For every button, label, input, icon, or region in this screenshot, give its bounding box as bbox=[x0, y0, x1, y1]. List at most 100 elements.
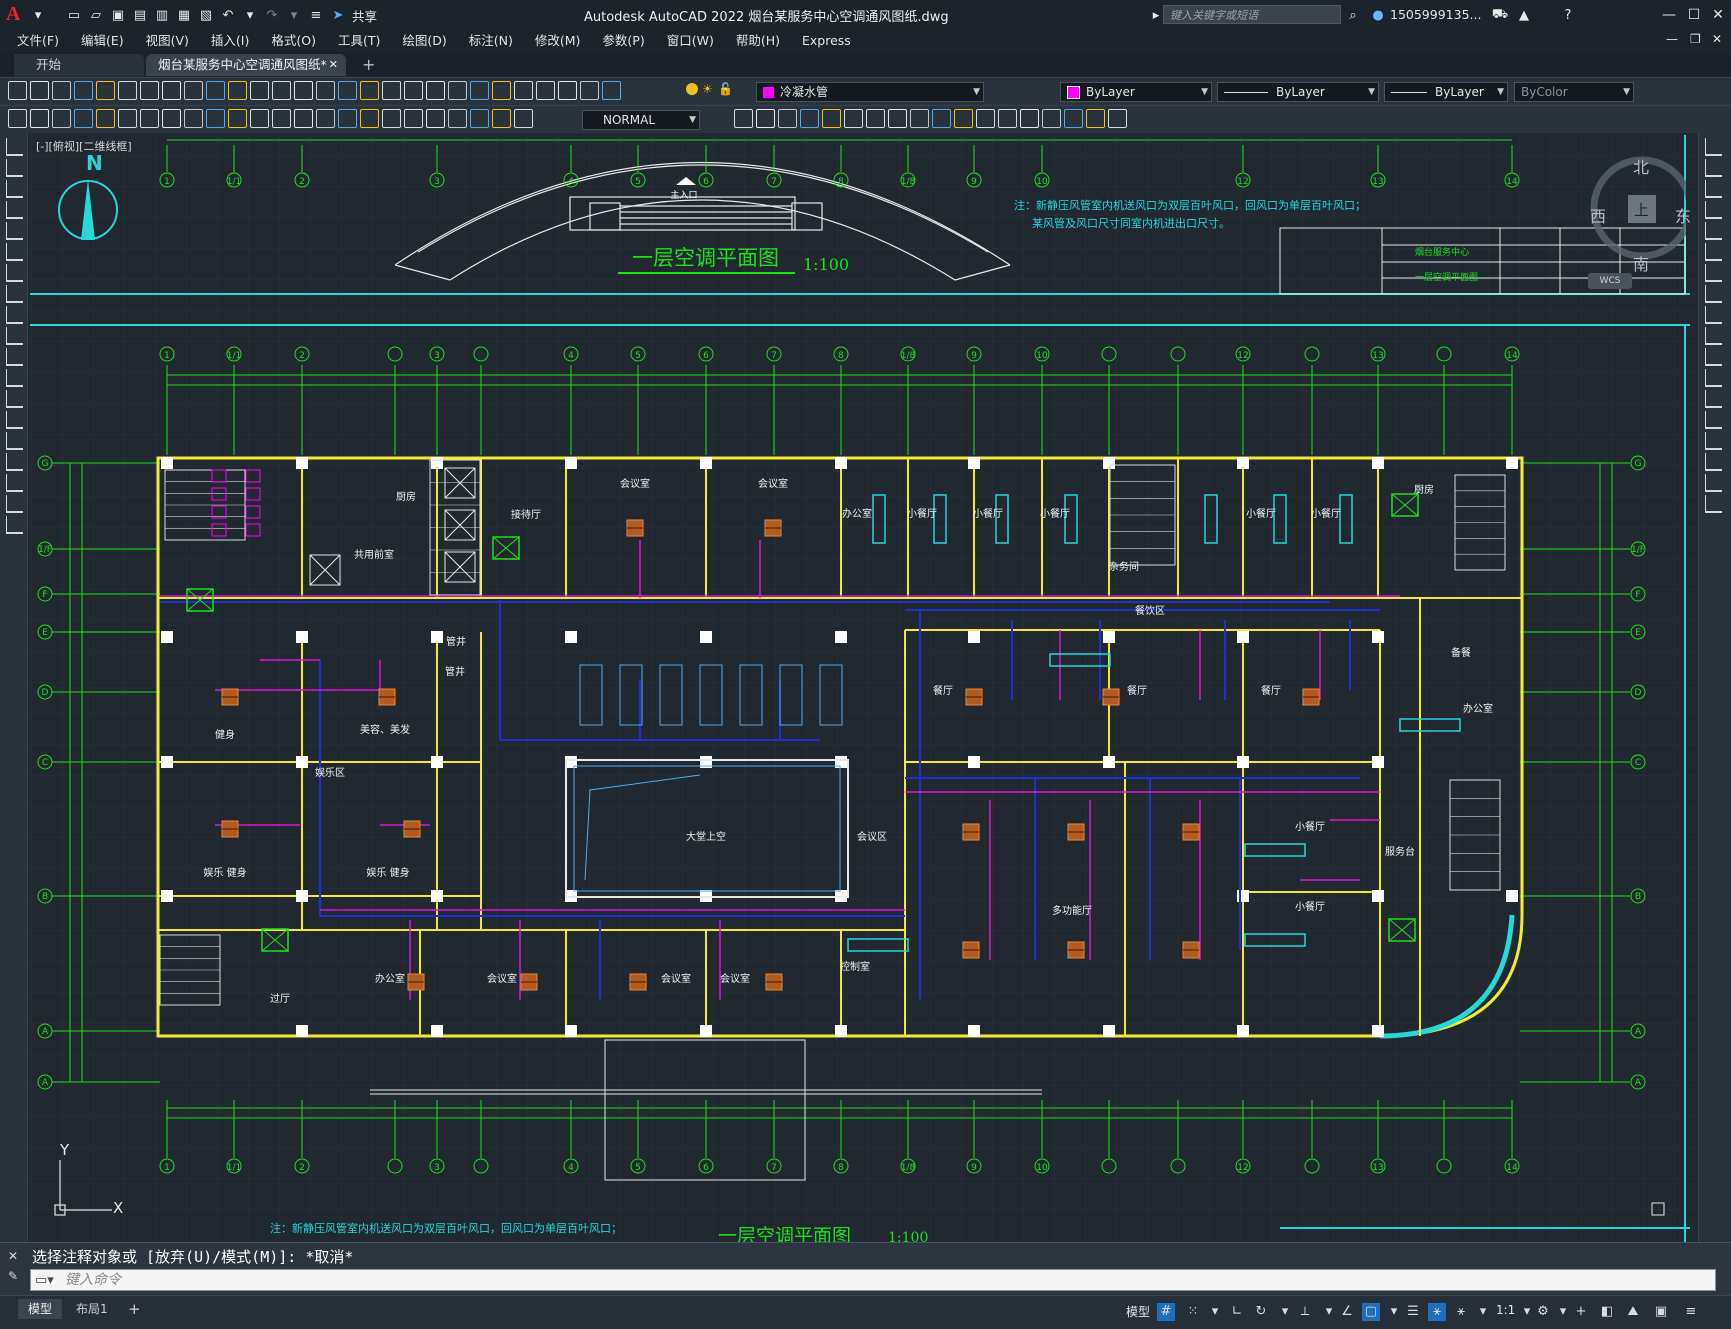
menu-tools[interactable]: 工具(T) bbox=[327, 30, 391, 52]
standard-tool-icon[interactable] bbox=[74, 81, 93, 100]
draw-tool-icon[interactable] bbox=[6, 474, 23, 492]
standard-tool-icon[interactable] bbox=[580, 81, 599, 100]
modify-tool-icon[interactable] bbox=[1705, 411, 1722, 429]
viewcube-north[interactable]: 北 bbox=[1633, 154, 1649, 178]
viewcube-east[interactable]: 东 bbox=[1675, 203, 1691, 227]
modify-tool-icon[interactable] bbox=[1705, 474, 1722, 492]
dimension-tool-icon[interactable] bbox=[74, 109, 93, 128]
modify-tool-icon[interactable] bbox=[1705, 369, 1722, 387]
modify-tool-icon[interactable] bbox=[1108, 109, 1127, 128]
standard-tool-icon[interactable] bbox=[338, 81, 357, 100]
menu-dimension[interactable]: 标注(N) bbox=[458, 30, 524, 52]
dimension-tool-icon[interactable] bbox=[140, 109, 159, 128]
modify-tool-icon[interactable] bbox=[1705, 243, 1722, 261]
menu-modify[interactable]: 修改(M) bbox=[524, 30, 592, 52]
menu-view[interactable]: 视图(V) bbox=[135, 30, 200, 52]
share-icon[interactable]: ➤ bbox=[330, 7, 346, 23]
standard-tool-icon[interactable] bbox=[536, 81, 555, 100]
standard-tool-icon[interactable] bbox=[448, 81, 467, 100]
model-space-button[interactable]: 模型 bbox=[1126, 1303, 1150, 1320]
chevron-down-icon[interactable]: ▾ bbox=[1320, 1303, 1338, 1321]
standard-tool-icon[interactable] bbox=[162, 81, 181, 100]
snap-mode-icon[interactable]: ⁙ bbox=[1184, 1303, 1202, 1321]
standard-tool-icon[interactable] bbox=[426, 81, 445, 100]
modify-tool-icon[interactable] bbox=[1705, 285, 1722, 303]
dimension-tool-icon[interactable] bbox=[382, 109, 401, 128]
close-tab-icon[interactable]: ✕ bbox=[329, 54, 338, 76]
draw-tool-icon[interactable] bbox=[6, 453, 23, 471]
draw-tool-icon[interactable] bbox=[6, 138, 23, 156]
customization-icon[interactable]: ≡ bbox=[1682, 1303, 1700, 1321]
customize-icon[interactable]: ≡ bbox=[308, 7, 324, 23]
modify-tool-icon[interactable] bbox=[1705, 138, 1722, 156]
draw-tool-icon[interactable] bbox=[6, 285, 23, 303]
drawing-canvas[interactable]: 主入口 一层空调平面图 1:100 注：新静压风管室内机送风口为双层百叶风口，回… bbox=[28, 133, 1697, 1242]
lineweight-dropdown[interactable]: ByLayer ▼ bbox=[1384, 82, 1508, 102]
tab-model[interactable]: 模型 bbox=[18, 1299, 63, 1319]
standard-tool-icon[interactable] bbox=[316, 81, 335, 100]
standard-tool-icon[interactable] bbox=[272, 81, 291, 100]
modify-tool-icon[interactable] bbox=[1020, 109, 1039, 128]
dimension-tool-icon[interactable] bbox=[52, 109, 71, 128]
modify-tool-icon[interactable] bbox=[734, 109, 753, 128]
menu-parametric[interactable]: 参数(P) bbox=[591, 30, 655, 52]
dimension-tool-icon[interactable] bbox=[360, 109, 379, 128]
chevron-down-icon[interactable]: ▾ bbox=[1276, 1303, 1294, 1321]
dimension-tool-icon[interactable] bbox=[250, 109, 269, 128]
draw-tool-icon[interactable] bbox=[6, 306, 23, 324]
tab-drawing[interactable]: 烟台某服务中心空调通风图纸* ✕ bbox=[146, 54, 346, 76]
dimension-tool-icon[interactable] bbox=[294, 109, 313, 128]
maximize-button[interactable]: ☐ bbox=[1682, 5, 1706, 25]
standard-tool-icon[interactable] bbox=[404, 81, 423, 100]
user-icon[interactable]: ● bbox=[1370, 7, 1386, 23]
draw-tool-icon[interactable] bbox=[6, 180, 23, 198]
chevron-down-icon[interactable]: ▾ bbox=[1474, 1303, 1492, 1321]
dimension-tool-icon[interactable] bbox=[404, 109, 423, 128]
new-file-icon[interactable]: ▭ bbox=[66, 7, 82, 23]
standard-tool-icon[interactable] bbox=[602, 81, 621, 100]
modify-tool-icon[interactable] bbox=[1705, 222, 1722, 240]
command-input[interactable]: ▭▾ 键入命令 bbox=[30, 1269, 1716, 1291]
dimension-tool-icon[interactable] bbox=[426, 109, 445, 128]
chevron-down-icon[interactable]: ▾ bbox=[1206, 1303, 1224, 1321]
standard-tool-icon[interactable] bbox=[206, 81, 225, 100]
draw-tool-icon[interactable] bbox=[6, 264, 23, 282]
graphics-performance-icon[interactable]: ⛰ bbox=[1624, 1303, 1642, 1321]
ortho-icon[interactable]: ∟ bbox=[1228, 1303, 1246, 1321]
linetype-dropdown[interactable]: ByLayer ▼ bbox=[1217, 82, 1379, 102]
standard-tool-icon[interactable] bbox=[228, 81, 247, 100]
dimension-tool-icon[interactable] bbox=[8, 109, 27, 128]
modify-tool-icon[interactable] bbox=[1705, 327, 1722, 345]
search-icon[interactable]: ⌕ bbox=[1345, 7, 1361, 23]
draw-tool-icon[interactable] bbox=[6, 348, 23, 366]
plot-icon[interactable]: ▧ bbox=[198, 7, 214, 23]
modify-tool-icon[interactable] bbox=[954, 109, 973, 128]
redo-dropdown-icon[interactable]: ▾ bbox=[286, 7, 302, 23]
modify-tool-icon[interactable] bbox=[800, 109, 819, 128]
layer-sun-icon[interactable]: ☀ bbox=[702, 83, 714, 95]
save-icon[interactable]: ▣ bbox=[110, 7, 126, 23]
modify-tool-icon[interactable] bbox=[866, 109, 885, 128]
modify-tool-icon[interactable] bbox=[844, 109, 863, 128]
save-as-icon[interactable]: ▤ bbox=[132, 7, 148, 23]
doc-restore-icon[interactable]: ❐ bbox=[1690, 32, 1701, 46]
save-web-icon[interactable]: ▦ bbox=[176, 7, 192, 23]
close-button[interactable]: ✕ bbox=[1706, 5, 1730, 25]
modify-tool-icon[interactable] bbox=[778, 109, 797, 128]
modify-tool-icon[interactable] bbox=[1705, 432, 1722, 450]
modify-tool-icon[interactable] bbox=[822, 109, 841, 128]
modify-tool-icon[interactable] bbox=[1705, 453, 1722, 471]
modify-tool-icon[interactable] bbox=[756, 109, 775, 128]
object-snap-tracking-icon[interactable]: ∠ bbox=[1338, 1303, 1356, 1321]
tab-start[interactable]: 开始 bbox=[14, 54, 144, 76]
modify-tool-icon[interactable] bbox=[1705, 495, 1722, 513]
open-file-icon[interactable]: ▱ bbox=[88, 7, 104, 23]
dimension-tool-icon[interactable] bbox=[118, 109, 137, 128]
gear-icon[interactable]: ⚙ bbox=[1534, 1303, 1552, 1321]
draw-tool-icon[interactable] bbox=[6, 495, 23, 513]
draw-tool-icon[interactable] bbox=[6, 390, 23, 408]
modify-tool-icon[interactable] bbox=[1705, 180, 1722, 198]
modify-tool-icon[interactable] bbox=[1086, 109, 1105, 128]
viewcube[interactable]: 北 南 东 西 上 bbox=[1568, 153, 1694, 274]
close-command-icon[interactable]: ✕ bbox=[8, 1249, 18, 1263]
